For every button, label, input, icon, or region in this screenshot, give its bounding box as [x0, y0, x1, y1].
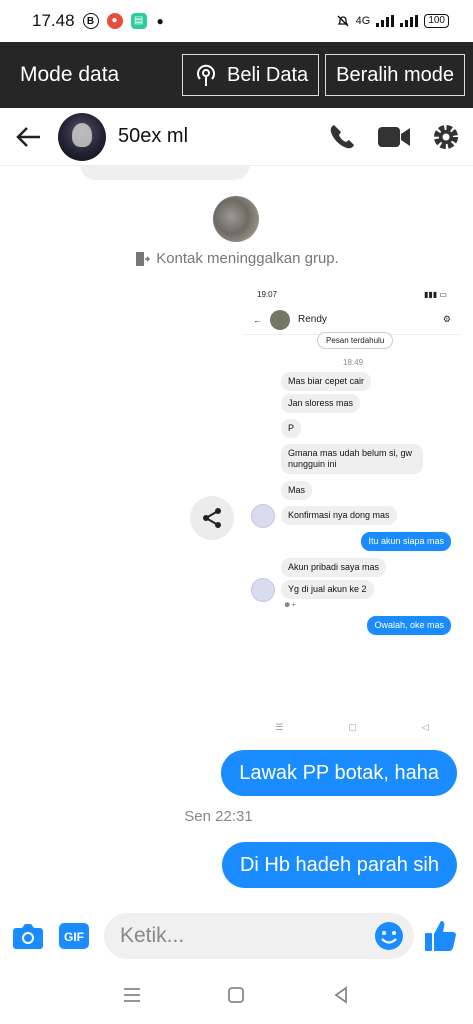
shot-reaction-icon: ☻+ [283, 600, 297, 609]
message-input-placeholder: Ketik... [120, 924, 185, 947]
battery-icon: 100 [424, 14, 449, 28]
shot-message: Konfirmasi nya dong mas [281, 506, 397, 525]
shot-message: Akun pribadi saya mas [281, 558, 387, 577]
svg-text:GIF: GIF [64, 930, 84, 944]
status-time: 17.48 [32, 11, 75, 30]
shot-time: 19.07 [257, 290, 278, 299]
system-nav-bar [0, 966, 473, 1024]
shot-message: Yg di jual akun ke 2 [281, 580, 374, 599]
notification-b-icon: B [82, 13, 99, 29]
shot-message-me: Owalah, oke mas [367, 616, 451, 635]
home-icon[interactable] [226, 985, 246, 1005]
system-message-text: Kontak meninggalkan grup. [156, 250, 339, 267]
notification-app-icon: ● [106, 13, 123, 29]
phone-icon[interactable] [327, 122, 357, 152]
back-nav-icon[interactable] [331, 985, 351, 1005]
share-button[interactable] [190, 496, 234, 540]
my-message[interactable]: Di Hb hadeh parah sih [221, 842, 457, 888]
shot-gear-icon: ⚙ [442, 314, 451, 324]
signal-icon-2 [400, 15, 419, 27]
system-message: Kontak meninggalkan grup. [0, 250, 473, 267]
shot-message: Gmana mas udah belum si, gw nungguin ini [281, 444, 423, 474]
shot-message: Jan sloress mas [281, 394, 361, 413]
more-notifications-icon: ● [156, 14, 164, 28]
shot-message: P [281, 419, 302, 438]
share-icon [203, 508, 221, 528]
shot-nav-bar: ☰ ▢ ◁ [243, 722, 461, 733]
shot-menu-icon: ☰ [275, 722, 284, 732]
contact-avatar [213, 196, 259, 242]
avatar[interactable] [58, 112, 106, 161]
message-input[interactable]: Ketik... [104, 913, 414, 959]
switch-mode-button[interactable]: Beralih mode [325, 54, 465, 96]
shot-contact-name: Rendy [298, 314, 327, 325]
camera-icon[interactable] [12, 922, 44, 950]
broadcast-icon [197, 64, 215, 86]
gif-icon[interactable]: GIF [58, 922, 90, 950]
message-timestamp: Sen 22:31 [184, 808, 253, 825]
shot-status-bar: 19.07 ▮▮▮ ▭ [243, 284, 461, 299]
chat-area: Kontak meninggalkan grup. 19.07 ▮▮▮ ▭ ← R… [0, 166, 473, 906]
notification-store-icon: ▤ [130, 13, 147, 29]
network-type: 4G [355, 15, 371, 27]
buy-data-label: Beli Data [227, 63, 309, 86]
shot-message: Mas [281, 481, 313, 500]
video-icon[interactable] [377, 124, 411, 150]
buy-data-button[interactable]: Beli Data [182, 54, 320, 96]
gear-icon[interactable] [431, 122, 461, 152]
shot-sender-avatar [251, 578, 275, 602]
shot-message-me: Itu akun siapa mas [361, 532, 451, 551]
shot-older-messages-pill: Pesan terdahulu [317, 332, 394, 349]
data-mode-bar: Mode data Beli Data Beralih mode [0, 42, 473, 108]
shot-message: Mas biar cepet cair [281, 372, 372, 391]
shot-avatar [270, 309, 290, 330]
shot-header: ← Rendy ⚙ [243, 305, 461, 335]
shot-back-icon: ← [253, 314, 262, 325]
back-icon[interactable] [16, 126, 42, 148]
leave-group-icon [136, 251, 151, 266]
shot-sender-avatar [251, 504, 275, 528]
emoji-icon[interactable] [374, 921, 404, 951]
shot-back-nav-icon: ◁ [421, 722, 429, 732]
my-message[interactable]: Lawak PP botak, haha [221, 750, 457, 796]
mute-icon [337, 15, 349, 27]
contact-name[interactable]: 50ex ml [118, 125, 188, 148]
menu-icon[interactable] [122, 986, 142, 1004]
signal-icon [376, 15, 395, 27]
like-icon[interactable] [424, 919, 458, 953]
shot-status-icons: ▮▮▮ ▭ [424, 290, 447, 299]
shot-home-icon: ▢ [348, 722, 357, 732]
status-right: 4G 100 [336, 14, 449, 28]
shot-timestamp: 18:49 [343, 358, 364, 367]
status-bar: 17.48 B ● ▤ ● 4G 100 [0, 0, 473, 42]
data-mode-title: Mode data [20, 63, 120, 86]
chat-header: 50ex ml [0, 108, 473, 166]
switch-mode-label: Beralih mode [336, 63, 454, 86]
previous-message-bubble [80, 166, 250, 180]
composer: GIF Ketik... [0, 906, 473, 966]
shared-screenshot-image[interactable]: 19.07 ▮▮▮ ▭ ← Rendy ⚙ Pesan terdahulu 18:… [243, 284, 461, 742]
